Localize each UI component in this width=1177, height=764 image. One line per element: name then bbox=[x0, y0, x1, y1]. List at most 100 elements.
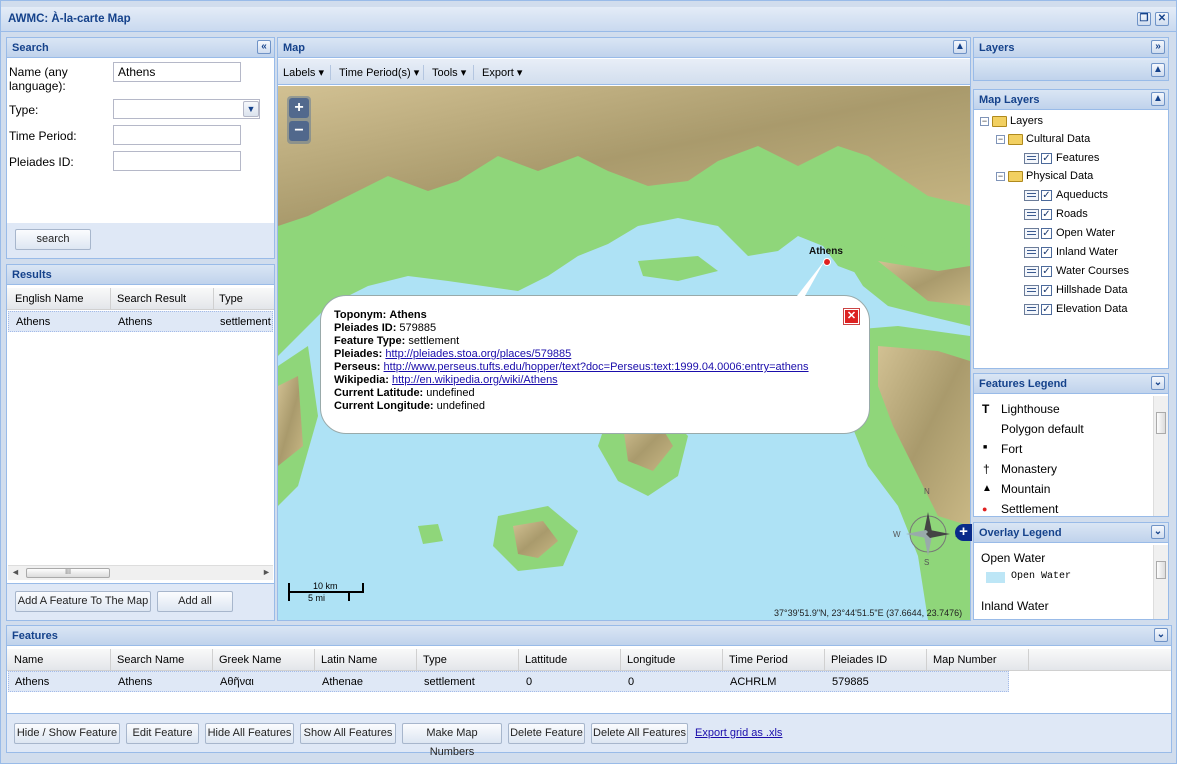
perseus-link[interactable]: http://www.perseus.tufts.edu/hopper/text… bbox=[384, 361, 809, 373]
legend-monastery: Monastery bbox=[1001, 462, 1058, 476]
tools-menu[interactable]: Tools ▾ bbox=[432, 66, 466, 79]
legend-scrollbar[interactable] bbox=[1153, 396, 1168, 516]
time-period-input[interactable] bbox=[113, 125, 241, 145]
chevron-down-icon[interactable]: ⌄ bbox=[1151, 376, 1165, 390]
tree-collapse-icon[interactable]: − bbox=[996, 135, 1005, 144]
close-icon[interactable]: ✕ bbox=[1155, 12, 1169, 26]
col-latin-name[interactable]: Latin Name bbox=[321, 654, 377, 666]
edit-feature-button[interactable]: Edit Feature bbox=[126, 723, 199, 744]
wikipedia-link[interactable]: http://en.wikipedia.org/wiki/Athens bbox=[392, 374, 558, 386]
window-title: AWMC: À-la-carte Map bbox=[8, 13, 131, 25]
delete-feature-button[interactable]: Delete Feature bbox=[508, 723, 585, 744]
scroll-thumb[interactable] bbox=[1156, 561, 1166, 579]
results-panel: Results English Name Search Result Type … bbox=[6, 264, 275, 621]
results-panel-header: Results bbox=[7, 265, 274, 285]
type-select[interactable] bbox=[113, 99, 260, 119]
overlay-legend-panel: Overlay Legend ⌄ Open Water Open Water I… bbox=[973, 522, 1169, 620]
scroll-right-icon[interactable]: ► bbox=[262, 567, 271, 577]
scroll-left-icon[interactable]: ◄ bbox=[11, 567, 20, 577]
col-lattitude[interactable]: Lattitude bbox=[525, 654, 567, 666]
checkbox-elevation[interactable]: ✓ bbox=[1041, 304, 1052, 315]
cell-name: Athens bbox=[15, 676, 50, 688]
search-button[interactable]: search bbox=[15, 229, 91, 250]
tree-node-layers[interactable]: Layers bbox=[1010, 115, 1043, 127]
longitude-label: Current Longitude: bbox=[334, 400, 434, 412]
scale-bar: 10 km 5 mi bbox=[288, 581, 364, 603]
layer-elevation[interactable]: Elevation Data bbox=[1056, 303, 1128, 315]
add-all-button[interactable]: Add all bbox=[157, 591, 233, 612]
zoom-in-button[interactable]: + bbox=[289, 98, 309, 118]
overlay-scrollbar[interactable] bbox=[1153, 545, 1168, 619]
col-type[interactable]: Type bbox=[219, 293, 243, 305]
collapse-up-icon[interactable]: ▲ bbox=[1151, 63, 1165, 77]
scroll-thumb[interactable] bbox=[1156, 412, 1166, 434]
checkbox-hillshade[interactable]: ✓ bbox=[1041, 285, 1052, 296]
cell-latin-name: Athenae bbox=[322, 676, 363, 688]
layer-water-courses[interactable]: Water Courses bbox=[1056, 265, 1129, 277]
layer-features[interactable]: Features bbox=[1056, 152, 1099, 164]
col-english-name[interactable]: English Name bbox=[15, 293, 83, 305]
chevron-down-icon[interactable]: ⌄ bbox=[1151, 525, 1165, 539]
chevron-down-icon[interactable]: ⌄ bbox=[1154, 628, 1168, 642]
export-menu[interactable]: Export ▾ bbox=[482, 66, 522, 79]
layer-aqueducts[interactable]: Aqueducts bbox=[1056, 189, 1108, 201]
layer-open-water[interactable]: Open Water bbox=[1056, 227, 1115, 239]
folder-icon bbox=[992, 116, 1007, 127]
col-time-period[interactable]: Time Period bbox=[729, 654, 788, 666]
make-map-numbers-button[interactable]: Make Map Numbers bbox=[402, 723, 502, 758]
hide-all-features-button[interactable]: Hide All Features bbox=[205, 723, 294, 744]
zoom-control: + − bbox=[287, 96, 311, 144]
checkbox-open-water[interactable]: ✓ bbox=[1041, 228, 1052, 239]
name-input[interactable]: Athens bbox=[113, 62, 241, 82]
athens-map-label[interactable]: Athens bbox=[809, 246, 843, 257]
collapse-up-icon[interactable]: ▲ bbox=[1151, 92, 1165, 106]
checkbox-roads[interactable]: ✓ bbox=[1041, 209, 1052, 220]
col-type[interactable]: Type bbox=[423, 654, 447, 666]
col-search-result[interactable]: Search Result bbox=[117, 293, 186, 305]
pleiades-input[interactable] bbox=[113, 151, 241, 171]
collapse-left-icon[interactable]: « bbox=[257, 40, 271, 54]
zoom-out-button[interactable]: − bbox=[289, 121, 309, 141]
collapse-right-icon[interactable]: » bbox=[1151, 40, 1165, 54]
tree-collapse-icon[interactable]: − bbox=[980, 117, 989, 126]
show-all-features-button[interactable]: Show All Features bbox=[300, 723, 396, 744]
add-feature-button[interactable]: Add A Feature To The Map bbox=[15, 591, 151, 612]
col-map-number[interactable]: Map Number bbox=[933, 654, 997, 666]
tree-node-cultural[interactable]: Cultural Data bbox=[1026, 133, 1090, 145]
horizontal-scrollbar[interactable]: ◄ III ► bbox=[8, 565, 273, 580]
layer-inland-water[interactable]: Inland Water bbox=[1056, 246, 1118, 258]
col-longitude[interactable]: Longitude bbox=[627, 654, 675, 666]
checkbox-aqueducts[interactable]: ✓ bbox=[1041, 190, 1052, 201]
restore-icon[interactable]: ❐ bbox=[1137, 12, 1151, 26]
time-periods-menu[interactable]: Time Period(s) ▾ bbox=[339, 66, 419, 79]
longitude-value: undefined bbox=[436, 400, 485, 412]
popup-close-icon[interactable]: ✕ bbox=[844, 309, 859, 324]
cell-search-name: Athens bbox=[118, 676, 153, 688]
layer-icon bbox=[1024, 209, 1039, 220]
export-xls-link[interactable]: Export grid as .xls bbox=[695, 727, 782, 739]
pleiades-link[interactable]: http://pleiades.stoa.org/places/579885 bbox=[385, 348, 571, 360]
tree-node-physical[interactable]: Physical Data bbox=[1026, 170, 1093, 182]
collapse-up-icon[interactable]: ▲ bbox=[953, 40, 967, 54]
layer-roads[interactable]: Roads bbox=[1056, 208, 1088, 220]
wikipedia-link-label: Wikipedia: bbox=[334, 374, 389, 386]
checkbox-inland-water[interactable]: ✓ bbox=[1041, 247, 1052, 258]
col-search-name[interactable]: Search Name bbox=[117, 654, 184, 666]
checkbox-water-courses[interactable]: ✓ bbox=[1041, 266, 1052, 277]
layer-switcher-plus-icon[interactable]: + bbox=[955, 524, 972, 541]
table-row[interactable]: Athens Athens Αθῆναι Athenae settlement … bbox=[8, 671, 1009, 692]
checkbox-features[interactable]: ✓ bbox=[1041, 153, 1052, 164]
col-greek-name[interactable]: Greek Name bbox=[219, 654, 281, 666]
tree-collapse-icon[interactable]: − bbox=[996, 172, 1005, 181]
latitude-label: Current Latitude: bbox=[334, 387, 424, 399]
scroll-thumb[interactable]: III bbox=[26, 568, 110, 578]
col-pleiades-id[interactable]: Pleiades ID bbox=[831, 654, 887, 666]
labels-menu[interactable]: Labels ▾ bbox=[283, 66, 324, 79]
chevron-down-icon[interactable]: ▼ bbox=[243, 101, 259, 117]
hide-show-feature-button[interactable]: Hide / Show Feature bbox=[14, 723, 120, 744]
delete-all-features-button[interactable]: Delete All Features bbox=[591, 723, 688, 744]
table-row[interactable]: Athens Athens settlement bbox=[8, 311, 273, 332]
layer-hillshade[interactable]: Hillshade Data bbox=[1056, 284, 1128, 296]
results-panel-title: Results bbox=[12, 269, 52, 281]
col-name[interactable]: Name bbox=[14, 654, 43, 666]
